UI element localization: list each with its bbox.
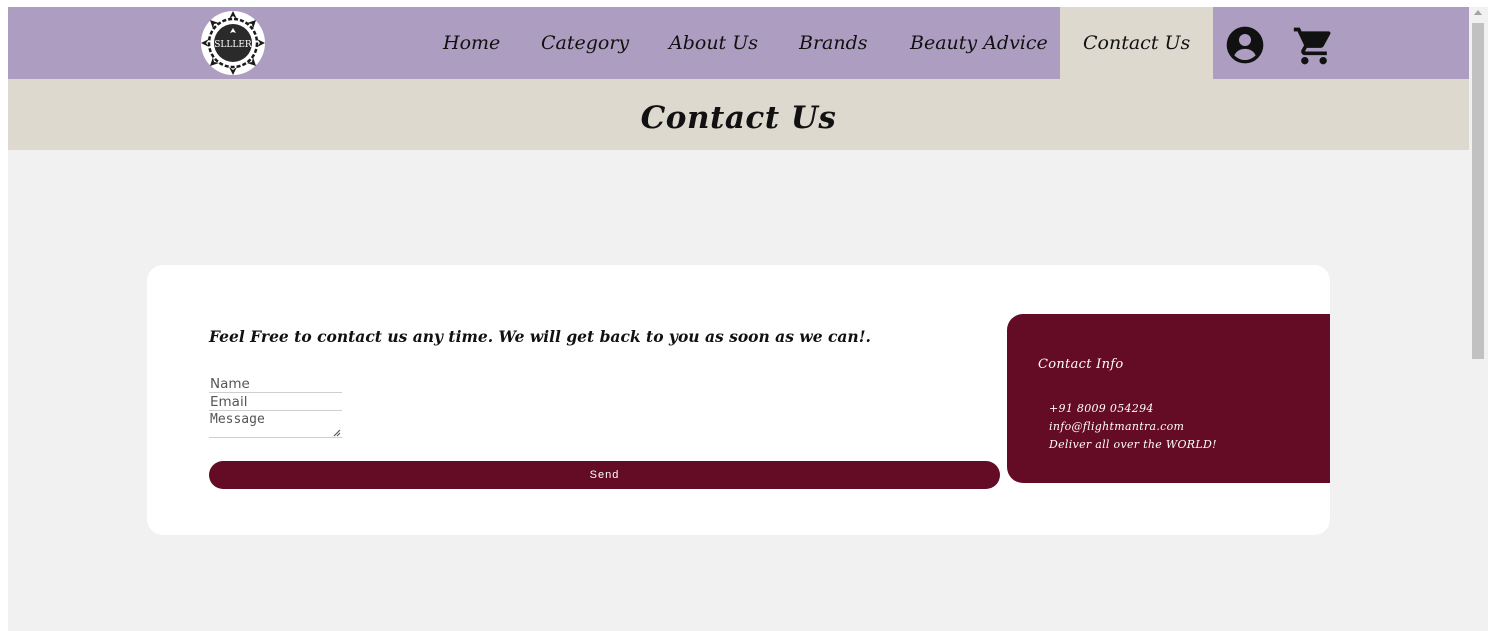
contact-info-title: Contact Info — [1038, 357, 1124, 372]
scrollbar-thumb[interactable] — [1472, 23, 1484, 359]
contact-phone: +91 8009 054294 — [1049, 402, 1154, 415]
contact-shipping-note: Deliver all over the WORLD! — [1049, 438, 1217, 451]
logo-text: SLLLER — [214, 40, 252, 50]
nav-home[interactable]: Home — [443, 7, 500, 79]
page-viewport: SLLLER Home Category About Us Brands Bea… — [8, 7, 1469, 631]
nav-brands[interactable]: Brands — [799, 7, 868, 79]
message-textarea[interactable] — [209, 412, 342, 438]
scroll-up-arrow-icon[interactable] — [1474, 10, 1482, 15]
vertical-scrollbar[interactable] — [1469, 7, 1488, 631]
contact-email: info@flightmantra.com — [1049, 420, 1185, 433]
nav-beauty-advice[interactable]: Beauty Advice — [910, 7, 1048, 79]
account-circle-icon[interactable] — [1225, 25, 1265, 65]
nav-category[interactable]: Category — [541, 7, 629, 79]
page-title: Contact Us — [640, 100, 837, 136]
email-input[interactable] — [209, 393, 342, 411]
nav-contact-us[interactable]: Contact Us — [1060, 7, 1214, 79]
resize-grip-icon[interactable] — [331, 427, 341, 437]
brand-logo[interactable]: SLLLER — [198, 9, 268, 77]
contact-info-panel: Contact Info +91 8009 054294 info@flight… — [1007, 314, 1330, 483]
shopping-cart-icon[interactable] — [1292, 24, 1336, 68]
nav-about-us[interactable]: About Us — [669, 7, 758, 79]
top-navbar: SLLLER Home Category About Us Brands Bea… — [8, 7, 1469, 79]
contact-card: Feel Free to contact us any time. We wil… — [147, 265, 1330, 535]
send-button[interactable]: Send — [209, 461, 1000, 489]
contact-tagline: Feel Free to contact us any time. We wil… — [209, 327, 871, 346]
page-title-band: Contact Us — [8, 79, 1469, 150]
name-input[interactable] — [209, 375, 342, 393]
